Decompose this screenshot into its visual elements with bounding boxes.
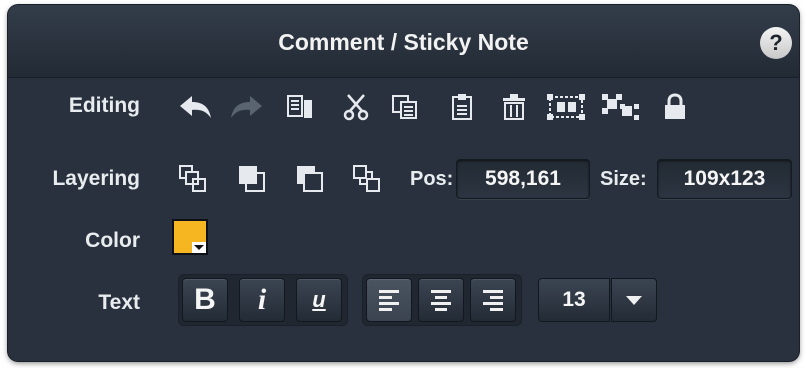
font-size-value[interactable]: 13 xyxy=(538,278,610,322)
copy-style-icon[interactable] xyxy=(286,94,314,120)
italic-button[interactable]: i xyxy=(239,278,285,322)
size-field[interactable]: 109x123 xyxy=(657,159,792,199)
bring-to-front-icon[interactable] xyxy=(178,164,208,194)
send-to-back-icon[interactable] xyxy=(352,164,382,194)
size-label: Size: xyxy=(600,168,647,190)
align-left-icon xyxy=(379,290,399,311)
help-button[interactable]: ? xyxy=(760,27,792,59)
italic-icon: i xyxy=(257,283,267,316)
delete-icon[interactable] xyxy=(501,93,527,121)
editing-label: Editing xyxy=(68,94,140,117)
underline-icon: u xyxy=(312,287,326,312)
cut-icon[interactable] xyxy=(342,93,370,121)
align-center-icon xyxy=(431,290,451,311)
layering-label: Layering xyxy=(52,167,140,190)
send-backward-icon[interactable] xyxy=(295,164,325,194)
bold-icon: B xyxy=(194,283,216,316)
bold-button[interactable]: B xyxy=(182,278,228,322)
copy-icon[interactable] xyxy=(391,94,419,120)
underline-button[interactable]: u xyxy=(296,278,342,322)
redo-icon xyxy=(228,94,264,120)
align-right-button[interactable] xyxy=(470,278,516,322)
align-left-button[interactable] xyxy=(366,278,412,322)
align-right-icon xyxy=(483,290,503,311)
align-center-button[interactable] xyxy=(418,278,464,322)
text-label: Text xyxy=(98,291,140,314)
group-icon[interactable] xyxy=(547,94,585,120)
position-label: Pos: xyxy=(410,168,454,190)
color-label: Color xyxy=(85,229,140,252)
position-field[interactable]: 598,161 xyxy=(456,159,590,199)
paste-icon[interactable] xyxy=(450,93,474,121)
ungroup-icon[interactable] xyxy=(602,94,640,120)
chevron-down-icon xyxy=(192,242,206,253)
font-size-dropdown-button[interactable] xyxy=(611,278,657,322)
bring-forward-icon[interactable] xyxy=(237,164,267,194)
panel-title: Comment / Sticky Note xyxy=(278,29,529,55)
lock-icon[interactable] xyxy=(664,93,686,121)
undo-icon[interactable] xyxy=(178,94,214,120)
